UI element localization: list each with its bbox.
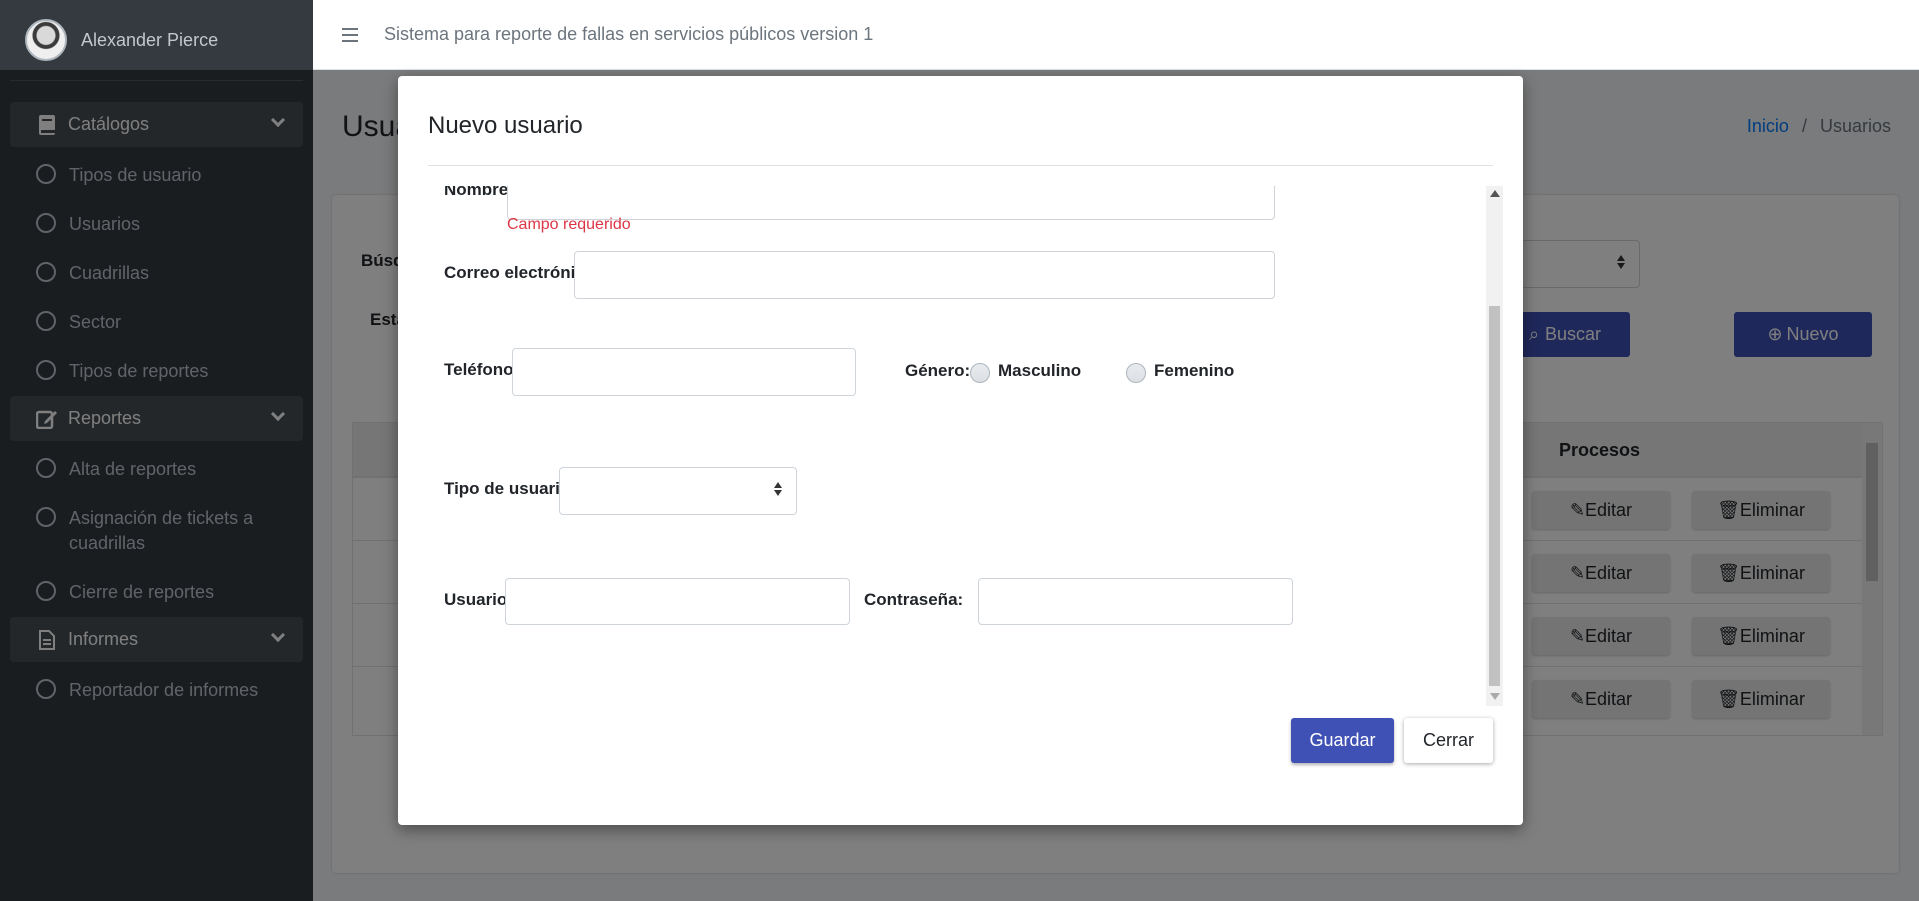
nombre-label: Nombre: (444, 186, 514, 199)
modal-divider (428, 165, 1493, 166)
scroll-up-icon[interactable] (1490, 190, 1500, 197)
modal-body: Nombre: Campo requerido Correo electróni… (428, 186, 1503, 706)
genero-label: Género: (905, 361, 971, 380)
tipo-usuario-label: Tipo de usuario (444, 479, 571, 498)
new-user-modal: Nuevo usuario Nombre: Campo requerido Co… (398, 76, 1523, 825)
close-button[interactable]: Cerrar (1404, 718, 1493, 763)
radio-masculino-label: Masculino (998, 361, 1082, 380)
modal-scrollbar[interactable] (1486, 186, 1503, 706)
save-button[interactable]: Guardar (1291, 718, 1394, 763)
select-arrows-icon (774, 482, 782, 496)
contrasena-label: Contraseña: (864, 590, 964, 609)
app-title: Sistema para reporte de fallas en servic… (384, 24, 874, 44)
telefono-input[interactable] (512, 348, 856, 396)
radio-femenino[interactable] (1126, 363, 1146, 383)
scrollbar-thumb[interactable] (1489, 306, 1500, 686)
top-navbar: Sistema para reporte de fallas en servic… (313, 0, 1919, 70)
nombre-input[interactable] (507, 186, 1275, 220)
scroll-down-icon[interactable] (1490, 693, 1500, 700)
tipo-usuario-select[interactable] (559, 467, 797, 515)
radio-masculino[interactable] (970, 363, 990, 383)
usuario-label: Usuario: (444, 590, 513, 609)
email-field[interactable] (574, 251, 1275, 299)
nombre-error: Campo requerido (507, 216, 631, 233)
usuario-input[interactable] (505, 578, 850, 625)
sidebar-backdrop (0, 0, 313, 70)
radio-femenino-label: Femenino (1154, 361, 1235, 380)
telefono-label: Teléfono: (444, 360, 520, 379)
modal-title: Nuevo usuario (428, 112, 583, 139)
contrasena-input[interactable] (978, 578, 1293, 625)
menu-icon[interactable] (342, 27, 358, 42)
